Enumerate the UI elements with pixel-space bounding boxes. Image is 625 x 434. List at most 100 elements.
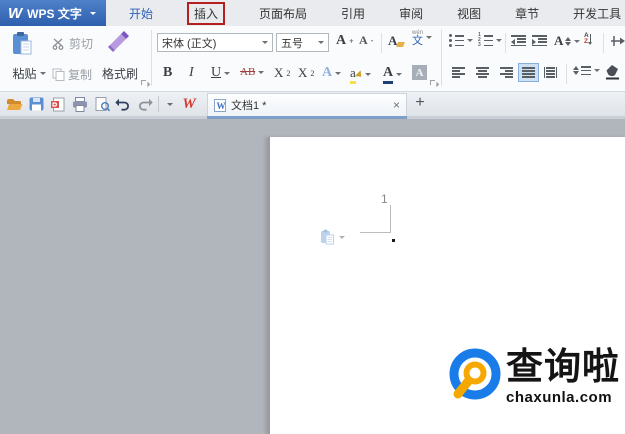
font-dialog-launcher[interactable] (430, 80, 437, 87)
watermark: 查询啦 chaxunla.com (448, 348, 620, 406)
format-painter-button[interactable]: 格式刷 (96, 65, 144, 82)
menu-tab-page-layout[interactable]: 页面布局 (248, 5, 318, 22)
font-family-select[interactable]: 宋体 (正文) (157, 33, 273, 52)
text-effects-button[interactable]: A (322, 65, 342, 81)
chevron-down-icon (364, 73, 371, 76)
wps-writer-window: W WPS 文字 开始 插入 页面布局 引用 审阅 视图 章节 开发工具 粘贴 … (0, 0, 625, 434)
open-button[interactable] (5, 95, 23, 113)
menu-tab-section[interactable]: 章节 (504, 5, 550, 22)
menu-tab-home[interactable]: 开始 (118, 5, 164, 22)
chevron-down-icon (167, 102, 173, 106)
show-marks-button[interactable] (610, 35, 625, 47)
printer-icon (73, 96, 87, 112)
pinyin-guide-button[interactable]: wén 文 (412, 29, 433, 47)
resize-arrows-icon (565, 36, 572, 46)
justify-icon (522, 67, 535, 78)
paste-options-button[interactable] (320, 229, 345, 245)
redo-button[interactable] (136, 95, 154, 113)
align-left-button[interactable] (452, 67, 465, 78)
group-separator (441, 30, 442, 86)
pinyin-icon: wén 文 (412, 30, 424, 47)
separator (505, 33, 506, 53)
copy-button[interactable]: 复制 (52, 66, 92, 83)
undo-icon (115, 98, 129, 111)
align-left-icon (452, 67, 465, 78)
paste-button[interactable]: 粘贴 (6, 65, 52, 82)
save-button[interactable] (27, 95, 45, 113)
distribute-button[interactable] (544, 67, 557, 78)
menu-tab-view[interactable]: 视图 (446, 5, 492, 22)
font-color-button[interactable]: A (383, 65, 403, 84)
chevron-down-icon (574, 39, 581, 43)
workspace: 1 查询啦 chaxunla.com (0, 119, 625, 434)
align-center-icon (476, 67, 489, 78)
clipboard-dialog-launcher[interactable] (141, 80, 148, 87)
crop-mark-horizontal (360, 232, 391, 233)
document-icon: W (214, 98, 226, 112)
superscript-button[interactable]: X2 (274, 65, 290, 81)
underline-button[interactable]: U (211, 65, 231, 81)
chevron-down-icon (467, 39, 473, 42)
pdf-icon (51, 97, 65, 111)
undo-button[interactable] (114, 95, 132, 113)
numbering-button[interactable] (478, 34, 502, 46)
format-painter-icon[interactable] (107, 31, 129, 55)
char-scale-button[interactable]: A (554, 33, 581, 49)
chevron-down-icon (594, 69, 600, 72)
strikethrough-button[interactable]: AB (240, 66, 265, 78)
menu-tab-review[interactable]: 审阅 (388, 5, 434, 22)
shrink-font-button[interactable]: A- (359, 33, 373, 48)
copy-icon (52, 68, 65, 81)
new-tab-button[interactable]: + (411, 94, 429, 112)
cut-button[interactable]: 剪切 (52, 35, 93, 52)
char-shading-button[interactable]: A (412, 65, 427, 80)
grow-font-button[interactable]: A + (336, 33, 354, 49)
decrease-indent-button[interactable] (511, 35, 526, 46)
document-page[interactable]: 1 查询啦 chaxunla.com (268, 137, 625, 434)
bullets-button[interactable] (449, 34, 473, 46)
paste-icon[interactable] (10, 31, 34, 57)
menu-tab-insert[interactable]: 插入 (176, 1, 236, 25)
italic-button[interactable]: I (189, 65, 194, 81)
paragraph-shading-button[interactable] (604, 64, 621, 81)
save-icon (29, 97, 43, 111)
print-preview-button[interactable] (93, 95, 111, 113)
increase-indent-icon (532, 35, 547, 46)
menu-tabs: 开始 插入 页面布局 引用 审阅 视图 章节 开发工具 (118, 0, 625, 26)
ink-bottle-icon (606, 65, 619, 80)
preview-icon (95, 96, 110, 111)
menu-bar: W WPS 文字 开始 插入 页面布局 引用 审阅 视图 章节 开发工具 (0, 0, 625, 26)
wps-w-icon: W (182, 95, 196, 112)
document-tab[interactable]: W 文档1 * × (207, 93, 407, 116)
clear-format-button[interactable]: A (388, 33, 406, 49)
font-size-select[interactable]: 五号 (276, 33, 329, 52)
menu-tab-references[interactable]: 引用 (330, 5, 376, 22)
export-pdf-button[interactable] (49, 95, 67, 113)
highlight-color-button[interactable]: a (350, 65, 371, 84)
justify-button[interactable] (518, 63, 539, 82)
separator (158, 96, 159, 112)
bullet-list-icon (449, 34, 464, 46)
print-button[interactable] (71, 95, 89, 113)
align-center-button[interactable] (476, 67, 489, 78)
subscript-button[interactable]: X2 (298, 65, 314, 81)
wps-home-button[interactable]: W (180, 95, 198, 113)
watermark-name: 查询啦 (506, 347, 620, 388)
close-icon[interactable]: × (393, 98, 400, 112)
text-cursor-dot (392, 239, 395, 242)
app-menu-button[interactable]: W WPS 文字 (0, 0, 106, 26)
chevron-down-icon (258, 70, 265, 74)
line-spacing-button[interactable] (573, 66, 600, 75)
bold-button[interactable]: B (163, 65, 172, 81)
chevron-down-icon (426, 35, 433, 39)
separator (603, 33, 604, 53)
quick-access-bar: W W 文档1 * × + (0, 92, 625, 119)
numbered-list-icon (478, 34, 493, 46)
menu-tab-developer[interactable]: 开发工具 (562, 5, 625, 22)
align-right-button[interactable] (500, 67, 513, 78)
quickbar-more-button[interactable] (163, 95, 177, 113)
redo-icon (139, 98, 153, 111)
sort-button[interactable]: AZ (584, 32, 592, 45)
increase-indent-button[interactable] (532, 35, 547, 46)
chaxunla-logo-icon (449, 348, 501, 400)
